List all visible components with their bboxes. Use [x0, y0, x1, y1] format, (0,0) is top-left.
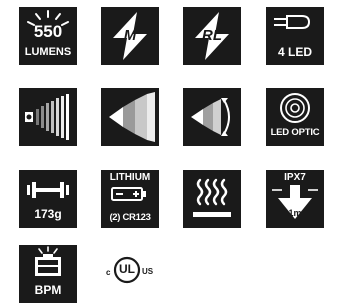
lumens-value: 550: [33, 22, 63, 41]
mode-rl-icon: RL: [183, 7, 241, 65]
weight-label: 173g: [34, 207, 62, 221]
mode-rl-label: RL: [202, 27, 222, 44]
brightness-levels-icon: [19, 88, 77, 146]
beam-pattern-icon: [101, 88, 159, 146]
weight-icon: 173g: [19, 170, 77, 228]
led-bulb-icon: 4 LED: [266, 7, 324, 65]
cert-c-label: c: [106, 268, 111, 277]
led-optic-label: LED OPTIC: [270, 127, 320, 138]
lumens-label: LUMENS: [24, 46, 72, 58]
lumens-icon: 550 LUMENS: [19, 7, 77, 65]
bpm-label: BPM: [34, 283, 62, 297]
lithium-battery-icon: LITHIUM (2) CR123: [101, 170, 159, 228]
led-count-label: 4 LED: [277, 45, 312, 59]
waterproof-icon: IPX7 1m: [266, 170, 324, 228]
adjustable-beam-icon: [183, 88, 241, 146]
cert-us-label: US: [142, 267, 154, 276]
mode-m-icon: M: [101, 7, 159, 65]
cul-us-listed-mark: c UL US: [103, 255, 153, 285]
mode-m-label: M: [123, 27, 137, 44]
cert-ul-label: UL: [119, 262, 135, 276]
depth-label: 1m: [288, 208, 302, 218]
led-optic-icon: LED OPTIC: [266, 88, 324, 146]
battery-power-meter-icon: BPM: [19, 245, 77, 303]
heat-resistant-icon: [183, 170, 241, 228]
battery-type-label: (2) CR123: [109, 212, 151, 223]
